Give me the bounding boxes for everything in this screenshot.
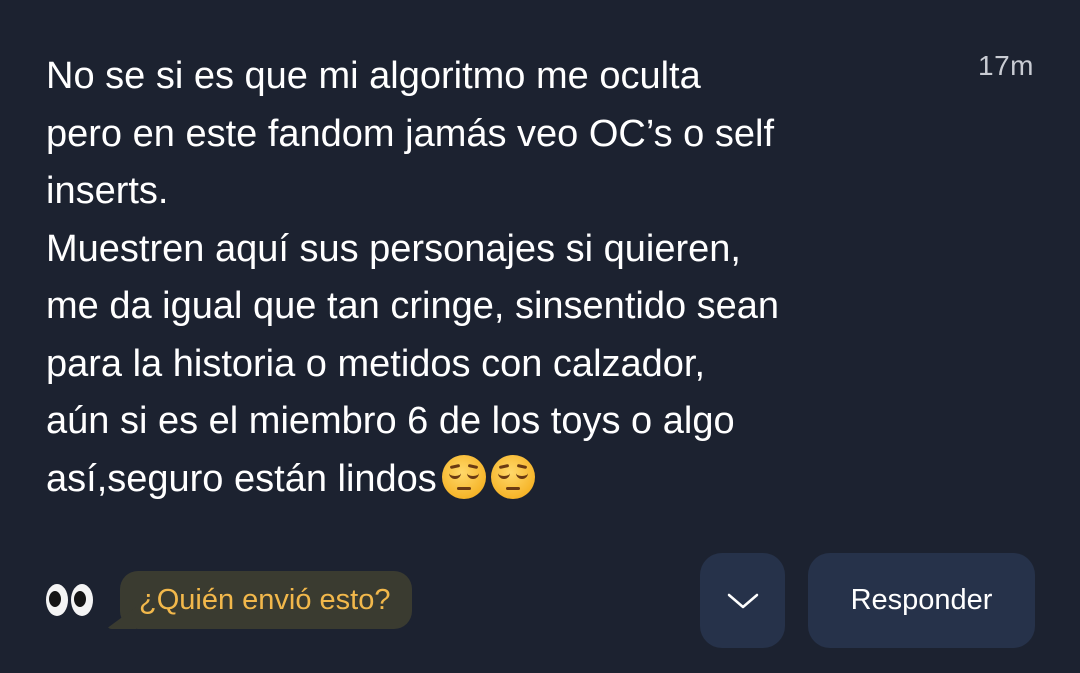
message-line: aún si es el miembro 6 de los toys o alg… — [46, 400, 735, 442]
message-line: así,seguro están lindos — [46, 457, 437, 500]
who-sent-this-button[interactable]: ¿Quién envió esto? — [120, 571, 413, 629]
message-line: para la historia o metidos con calzador, — [46, 342, 706, 385]
eyes-icon — [46, 584, 94, 618]
expand-button[interactable] — [700, 553, 785, 648]
message-line: inserts. — [46, 170, 169, 212]
chevron-down-icon — [727, 593, 758, 608]
message-last-line: así,seguro están lindos — [46, 451, 946, 509]
message-card: 17m No se si es que mi algoritmo me ocul… — [0, 0, 1080, 673]
message-line: me da igual que tan cringe, sinsentido s… — [46, 285, 780, 327]
message-text: No se si es que mi algoritmo me oculta p… — [46, 48, 946, 508]
pensive-face-icon — [490, 454, 535, 499]
message-line: pero en este fandom jamás veo OC’s o sel… — [46, 112, 775, 155]
message-line: No se si es que mi algoritmo me oculta — [46, 55, 701, 97]
who-sent-this-label: ¿Quién envió esto? — [139, 583, 391, 616]
pensive-face-icon — [441, 454, 486, 499]
reply-button[interactable]: Responder — [808, 553, 1035, 648]
message-line: Muestren aquí sus personajes si quieren, — [46, 227, 741, 270]
timestamp: 17m — [978, 50, 1034, 81]
reply-button-label: Responder — [850, 584, 993, 616]
